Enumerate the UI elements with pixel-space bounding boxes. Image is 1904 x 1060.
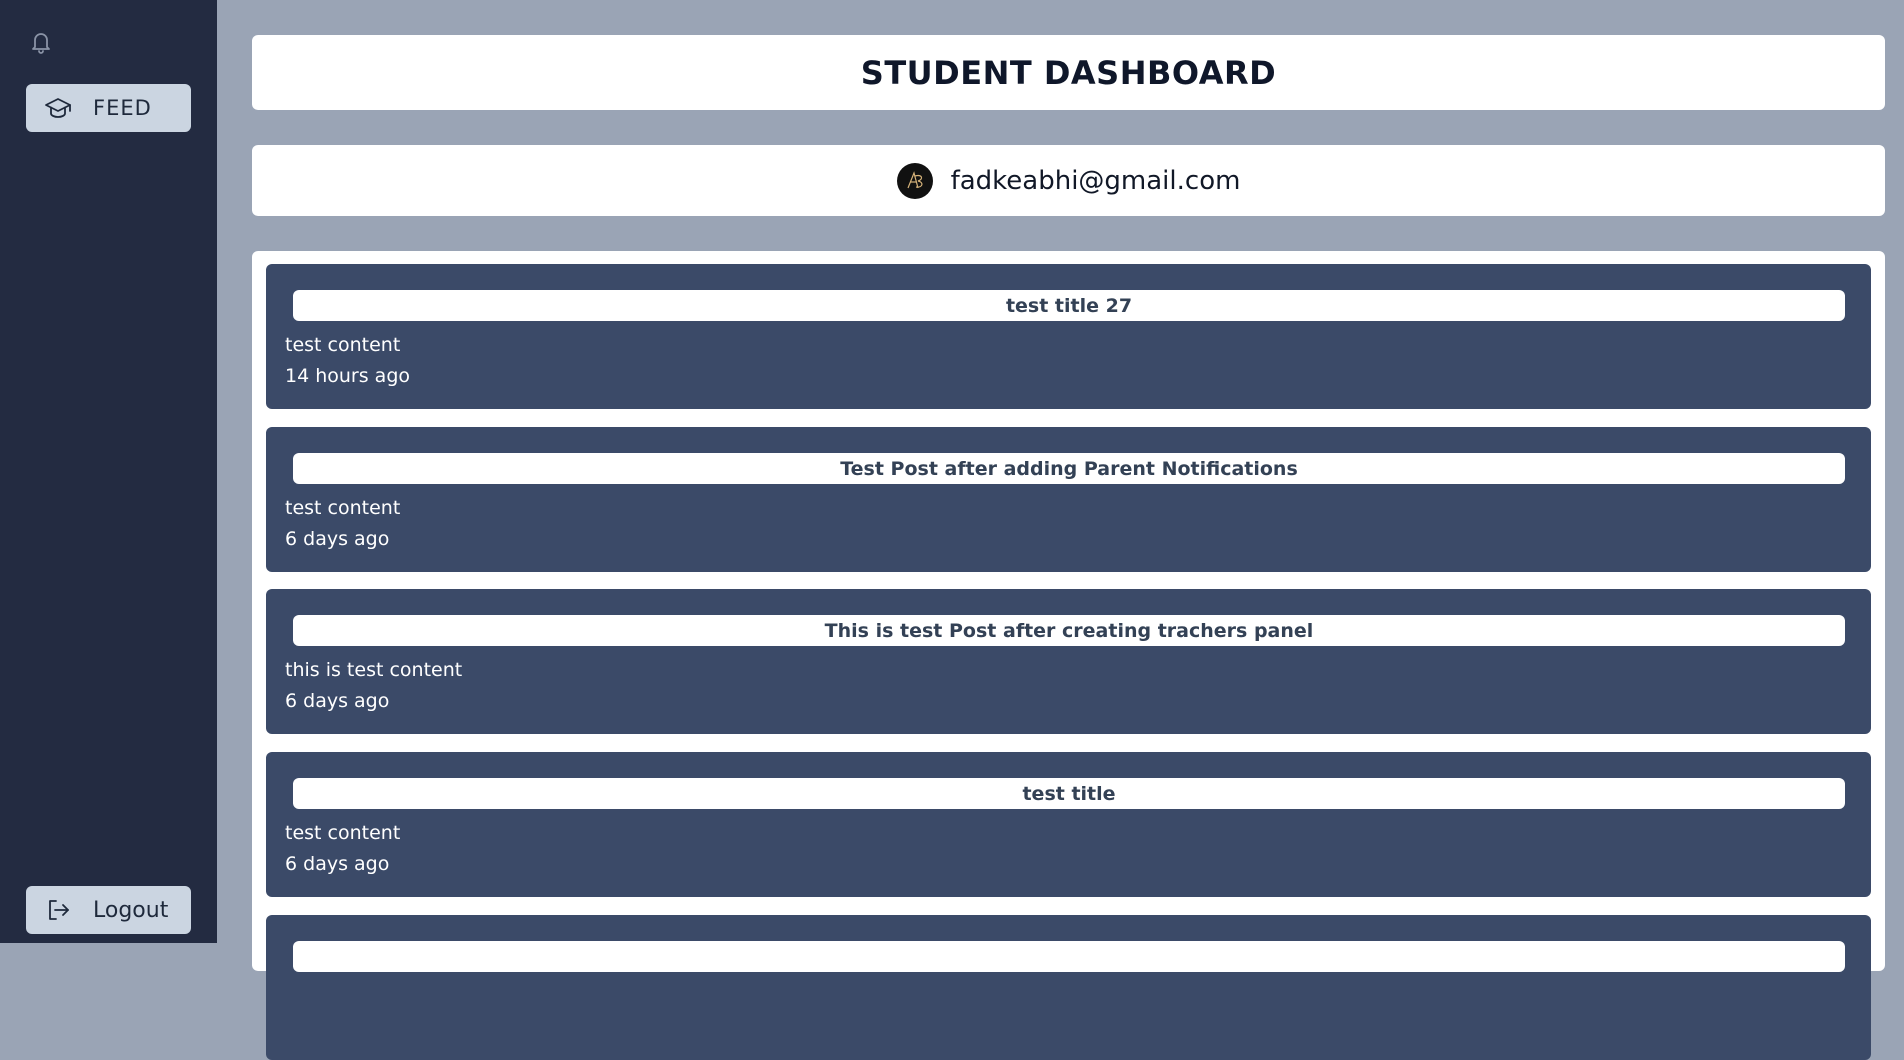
sidebar: FEED Logout — [0, 0, 217, 943]
post-timestamp: 6 days ago — [285, 853, 390, 875]
bell-icon[interactable] — [29, 29, 53, 55]
avatar-monogram-icon — [907, 170, 923, 188]
post-card[interactable]: Test Post after adding Parent Notificati… — [266, 427, 1871, 572]
post-content: test content — [285, 822, 401, 844]
post-title: This is test Post after creating tracher… — [293, 615, 1845, 646]
dashboard-title-card: STUDENT DASHBOARD — [252, 35, 1885, 110]
feed-panel: test title 27 test content 14 hours ago … — [252, 251, 1885, 1060]
user-email: fadkeabhi@gmail.com — [950, 165, 1241, 196]
post-content: this is test content — [285, 659, 463, 681]
avatar[interactable] — [896, 162, 933, 199]
feed-nav-label: FEED — [93, 96, 152, 120]
post-timestamp: 6 days ago — [285, 528, 390, 550]
post-timestamp: 6 days ago — [285, 690, 390, 712]
logout-icon — [49, 900, 69, 920]
post-card[interactable]: test title 27 test content 14 hours ago — [266, 264, 1871, 409]
post-title: test title — [293, 778, 1845, 809]
feed-nav-button[interactable]: FEED — [26, 84, 191, 132]
post-content: test content — [285, 497, 401, 519]
post-card[interactable]: test title test content 6 days ago — [266, 752, 1871, 897]
post-timestamp: 14 hours ago — [285, 365, 411, 387]
post-card[interactable] — [266, 915, 1871, 1060]
page-title: STUDENT DASHBOARD — [860, 53, 1277, 92]
post-content: test content — [285, 334, 401, 356]
graduation-cap-icon — [45, 98, 71, 118]
post-card[interactable]: This is test Post after creating tracher… — [266, 589, 1871, 734]
logout-button[interactable]: Logout — [26, 886, 191, 934]
user-card: fadkeabhi@gmail.com — [252, 145, 1885, 216]
post-title: test title 27 — [293, 290, 1845, 321]
post-title — [293, 941, 1845, 972]
logout-label: Logout — [93, 897, 169, 923]
post-title: Test Post after adding Parent Notificati… — [293, 453, 1845, 484]
